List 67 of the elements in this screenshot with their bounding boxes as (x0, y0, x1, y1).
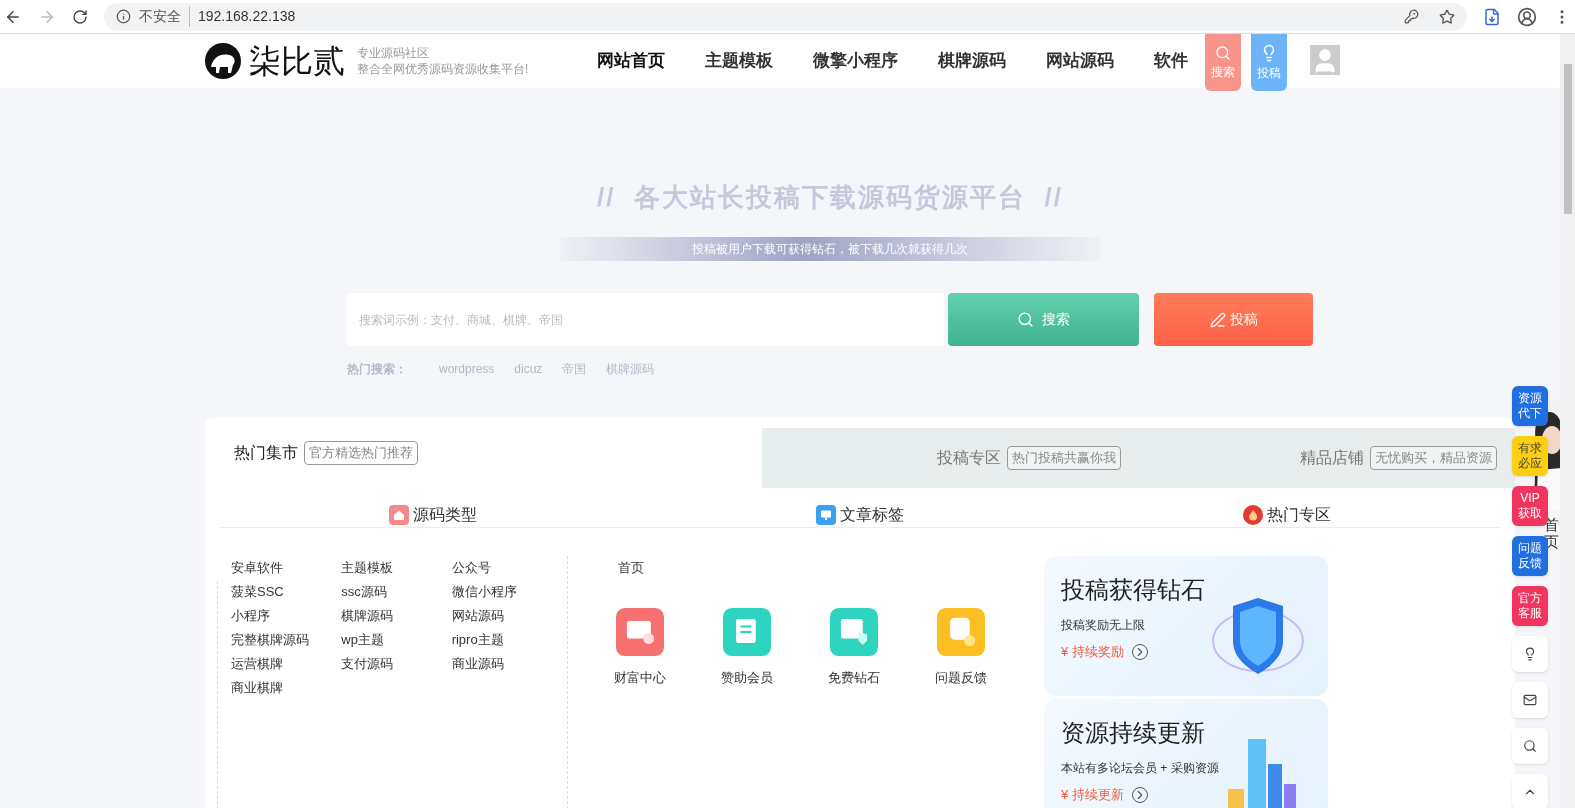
pen-icon (1209, 311, 1226, 328)
nav-link[interactable]: 微擎小程序 (813, 48, 898, 74)
key-icon[interactable] (1404, 9, 1419, 24)
url-text: 192.168.22.138 (198, 7, 296, 26)
service-link[interactable]: 免费钻石 (828, 668, 880, 688)
service-link[interactable]: 财富中心 (614, 668, 666, 688)
category-link[interactable]: 完整棋牌源码 (231, 628, 342, 652)
side-button[interactable]: VIP获取 (1512, 486, 1548, 526)
category-link[interactable]: ssc源码 (341, 580, 452, 604)
category-link[interactable]: 主题模板 (341, 556, 452, 580)
category-link[interactable]: 安卓软件 (231, 556, 342, 580)
category-link[interactable]: 小程序 (231, 604, 342, 628)
nav-link[interactable]: 网站首页 (597, 48, 665, 74)
promo-text: 投稿奖励无上限 (1061, 617, 1146, 634)
tag-link[interactable]: 首页 (618, 556, 644, 580)
category-link[interactable]: 网站源码 (451, 604, 562, 628)
category-link[interactable]: 商业源码 (451, 652, 562, 676)
search-icon (1017, 311, 1034, 328)
category-link[interactable]: 微信小程序 (451, 580, 562, 604)
service-link[interactable]: 问题反馈 (935, 668, 987, 688)
nav-link[interactable]: 软件 (1154, 48, 1188, 74)
house-icon (389, 505, 410, 525)
logo-icon (205, 43, 241, 79)
section-tab[interactable]: 投稿专区 热门投稿共赢你我 (762, 428, 1139, 488)
section-heading: 文章标签 (840, 505, 904, 525)
security-label: 不安全 (139, 6, 190, 27)
idea-button[interactable] (1512, 636, 1548, 672)
address-bar[interactable]: 不安全 192.168.22.138 (104, 2, 1467, 31)
side-button[interactable]: 资源代下 (1512, 386, 1548, 426)
promo-text: 本站有多论坛会员 + 采购资源 (1061, 760, 1220, 777)
category-link[interactable]: 棋牌源码 (341, 604, 452, 628)
info-icon[interactable] (116, 9, 131, 24)
reload-icon[interactable] (72, 8, 88, 25)
side-button[interactable]: 官方客服 (1512, 586, 1548, 626)
profile-icon[interactable] (1517, 6, 1537, 27)
category-link[interactable]: wp主题 (341, 628, 452, 652)
site-tagline: 专业源码社区 (357, 45, 430, 61)
category-link[interactable]: 运营棋牌 (231, 652, 342, 676)
extension-icon[interactable] (1483, 7, 1501, 26)
category-link[interactable]: 菠菜SSC (231, 580, 342, 604)
category-link[interactable]: 支付源码 (341, 652, 452, 676)
lightbulb-icon (1523, 647, 1537, 661)
promo-title: 资源持续更新 (1061, 718, 1206, 748)
category-link[interactable]: ripro主题 (451, 628, 562, 652)
site-description: 整合全网优秀源码资源收集平台! (357, 61, 529, 77)
nav-link[interactable]: 网站源码 (1046, 48, 1114, 74)
logo-text: 柒比贰 (249, 45, 345, 77)
search-field[interactable]: 搜索词示例：支付、商城、棋牌、帝国 (347, 293, 944, 346)
nav-link[interactable]: 主题模板 (705, 48, 773, 74)
service-link[interactable]: 赞助会员 (721, 668, 773, 688)
mail-icon (1523, 693, 1537, 707)
section-heading: 源码类型 (413, 505, 478, 525)
promo-title: 投稿获得钻石 (1061, 575, 1206, 605)
mail-button[interactable] (1512, 682, 1548, 718)
category-link[interactable]: 商业棋牌 (231, 676, 342, 700)
bookmark-star-icon[interactable] (1439, 8, 1455, 25)
flame-icon (1242, 505, 1263, 525)
monitor-icon (816, 505, 836, 525)
search-icon (1215, 44, 1231, 61)
search-icon (1523, 739, 1537, 753)
section-heading: 热门专区 (1266, 505, 1331, 525)
hot-search-label: 热门搜索： (347, 361, 407, 378)
nav-link[interactable]: 棋牌源码 (938, 48, 1006, 74)
section-tab[interactable]: 精品店铺 无忧购买，精品资源 (1138, 428, 1515, 488)
side-button[interactable]: 有求必应 (1512, 436, 1548, 476)
search-button[interactable] (1512, 728, 1548, 764)
category-link[interactable]: 公众号 (451, 556, 562, 580)
